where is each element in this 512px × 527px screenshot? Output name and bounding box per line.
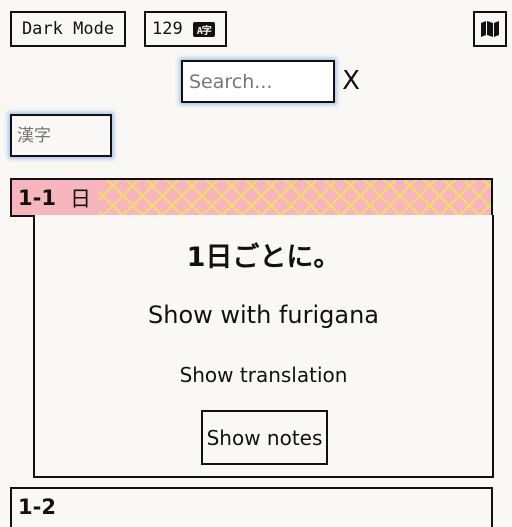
dark-mode-button[interactable]: Dark Mode: [10, 11, 126, 47]
show-furigana-link[interactable]: Show with furigana: [35, 301, 492, 329]
show-translation-link[interactable]: Show translation: [35, 363, 492, 387]
sentence-card: 1日ごとに。 Show with furigana Show translati…: [33, 215, 494, 478]
show-notes-button[interactable]: Show notes: [201, 410, 328, 465]
section-kanji: 日: [69, 186, 91, 211]
section-header-label: 1-1 日: [12, 180, 99, 215]
map-icon: [481, 21, 499, 37]
search-input[interactable]: [181, 60, 335, 103]
clear-search-button[interactable]: X: [340, 64, 362, 98]
translate-icon: A字: [192, 21, 215, 37]
example-sentence: 1日ごとに。: [186, 242, 341, 273]
section-id: 1-2: [18, 495, 56, 519]
section-header-1-2[interactable]: 1-2: [10, 487, 493, 527]
kanji-count-button[interactable]: 129 A字: [144, 11, 227, 47]
dark-mode-label: Dark Mode: [21, 19, 115, 39]
kanji-count-value: 129: [152, 19, 183, 39]
section-header-1-1[interactable]: 1-1 日: [10, 178, 493, 217]
map-button[interactable]: [473, 11, 507, 47]
kanji-filter-input[interactable]: [10, 114, 112, 157]
section-id: 1-1: [18, 185, 56, 210]
